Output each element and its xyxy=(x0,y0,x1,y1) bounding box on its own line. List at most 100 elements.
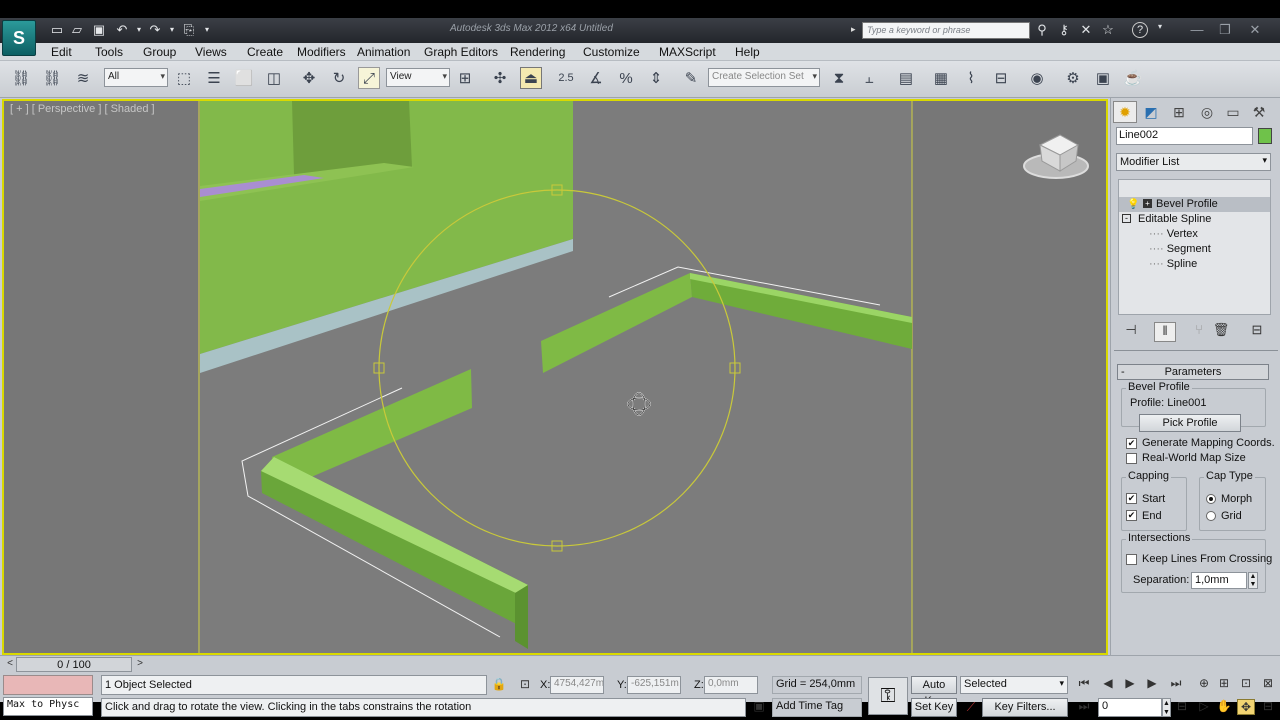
next-frame-icon[interactable]: ▶ xyxy=(1142,676,1162,690)
minimize-button[interactable]: — xyxy=(1184,20,1210,40)
render-production-icon[interactable]: ☕ xyxy=(1122,67,1144,89)
select-and-rotate-icon[interactable]: ↻ xyxy=(328,67,350,89)
current-frame-field[interactable]: 0 xyxy=(1098,698,1162,717)
go-to-start-icon[interactable]: ⏮ xyxy=(1074,676,1094,691)
pivot-center-icon[interactable]: ⊞ xyxy=(454,67,476,89)
schematic-view-icon[interactable]: ⊟ xyxy=(990,67,1012,89)
menu-rendering[interactable]: Rendering xyxy=(510,45,565,59)
zoom-icon[interactable]: ⊕ xyxy=(1195,676,1213,690)
key-mode-dropdown[interactable]: Selected ▾ xyxy=(960,676,1068,694)
frame-spinner[interactable]: ▲ ▼ xyxy=(1162,698,1171,717)
layer-manager-icon[interactable]: ▤ xyxy=(895,67,917,89)
pan-view-icon[interactable]: ✋ xyxy=(1215,699,1233,713)
graphite-ribbon-icon[interactable]: ▦ xyxy=(930,67,952,89)
create-tab-icon[interactable]: ✹ xyxy=(1113,101,1137,123)
select-by-name-icon[interactable]: ☰ xyxy=(203,67,225,89)
communication-center-icon[interactable]: ✕ xyxy=(1077,22,1095,38)
restore-button[interactable]: ❐ xyxy=(1212,20,1238,40)
help-dropdown-icon[interactable]: ▾ xyxy=(1151,22,1169,31)
maxscript-mini-listener[interactable]: Max to Physc xyxy=(3,697,93,716)
align-icon[interactable]: ⫠ xyxy=(858,67,880,89)
pin-stack-icon[interactable]: ⊣ xyxy=(1120,322,1142,342)
x-coordinate-field[interactable]: 4754,427m xyxy=(550,676,604,694)
utilities-tab-icon[interactable]: ⚒ xyxy=(1247,101,1271,123)
help-icon[interactable]: ? xyxy=(1132,22,1148,38)
search-input[interactable]: Type a keyword or phrase xyxy=(862,22,1030,39)
menu-create[interactable]: Create xyxy=(247,45,283,59)
object-color-swatch[interactable] xyxy=(1258,128,1272,144)
favorites-star-icon[interactable]: ☆ xyxy=(1099,22,1117,38)
maxscript-mini-listener-top[interactable] xyxy=(3,675,93,695)
save-file-icon[interactable]: ▣ xyxy=(90,22,108,38)
project-folder-icon[interactable]: ⎘ xyxy=(180,22,198,38)
subscription-icon[interactable]: ⚷ xyxy=(1055,22,1073,38)
stack-item-bevel-profile[interactable]: 💡 + Bevel Profile xyxy=(1119,197,1270,212)
default-in-out-tangents-icon[interactable]: ⟋ xyxy=(962,700,980,715)
keyboard-shortcut-override-icon[interactable]: ⏏ xyxy=(520,67,542,89)
curve-editor-icon[interactable]: ⌇ xyxy=(960,67,982,89)
menu-group[interactable]: Group xyxy=(143,45,176,59)
remove-modifier-icon[interactable]: 🗑 xyxy=(1210,322,1232,342)
percent-snap-icon[interactable]: % xyxy=(615,67,637,89)
zoom-extents-all-icon[interactable]: ⊠ xyxy=(1259,676,1277,690)
new-file-icon[interactable]: ▭ xyxy=(48,22,66,38)
search-expand-icon[interactable]: ▸ xyxy=(851,24,856,35)
auto-key-button[interactable]: Auto Key xyxy=(911,676,957,707)
redo-dropdown-icon[interactable]: ▾ xyxy=(163,22,181,38)
modifier-list-dropdown[interactable]: Modifier List ▾ xyxy=(1116,153,1271,171)
menu-tools[interactable]: Tools xyxy=(95,45,123,59)
maximize-viewport-icon[interactable]: ⊟ xyxy=(1259,699,1277,713)
pick-profile-button[interactable]: Pick Profile xyxy=(1139,414,1241,432)
menu-customize[interactable]: Customize xyxy=(583,45,640,59)
menu-graph-editors[interactable]: Graph Editors xyxy=(424,45,498,59)
stack-item-segment[interactable]: ···· Segment xyxy=(1119,242,1270,257)
absolute-mode-icon[interactable]: ⊡ xyxy=(517,677,533,691)
stack-item-spline[interactable]: ···· Spline xyxy=(1119,257,1270,272)
angle-snap-icon[interactable]: ∡ xyxy=(585,67,607,89)
select-and-manipulate-icon[interactable]: ✣ xyxy=(489,67,511,89)
time-slider[interactable]: 0 / 100 xyxy=(16,657,132,672)
selection-filter-dropdown[interactable]: All xyxy=(104,68,168,87)
collapse-icon[interactable]: - xyxy=(1122,214,1131,223)
select-and-move-icon[interactable]: ✥ xyxy=(298,67,320,89)
expand-icon[interactable]: + xyxy=(1143,199,1152,208)
edit-named-selection-icon[interactable]: ✎ xyxy=(680,67,702,89)
key-mode-toggle-icon[interactable]: ⏭ xyxy=(1074,699,1094,714)
snaps-toggle-icon[interactable]: 2.5 xyxy=(555,67,577,89)
modify-tab-icon[interactable]: ◩ xyxy=(1139,101,1163,123)
window-crossing-icon[interactable]: ◫ xyxy=(263,67,285,89)
previous-frame-icon[interactable]: ◀ xyxy=(1098,676,1118,690)
set-key-button[interactable]: Set Key xyxy=(911,698,957,717)
open-file-icon[interactable]: ▱ xyxy=(68,22,86,38)
menu-animation[interactable]: Animation xyxy=(357,45,410,59)
lightbulb-icon[interactable]: 💡 xyxy=(1127,197,1139,212)
menu-edit[interactable]: Edit xyxy=(51,45,72,59)
keep-lines-checkbox[interactable] xyxy=(1126,554,1137,565)
close-button[interactable]: ✕ xyxy=(1242,20,1268,40)
cap-start-checkbox[interactable]: ✔ xyxy=(1126,493,1137,504)
reference-coordinate-dropdown[interactable]: View xyxy=(386,68,450,87)
redo-icon[interactable]: ↷ xyxy=(146,22,164,38)
app-menu-button[interactable]: S xyxy=(2,20,36,56)
menu-help[interactable]: Help xyxy=(735,45,760,59)
real-world-checkbox[interactable] xyxy=(1126,453,1137,464)
show-end-result-icon[interactable]: ‖ xyxy=(1154,322,1176,342)
material-editor-icon[interactable]: ◉ xyxy=(1026,67,1048,89)
mirror-icon[interactable]: ⧗ xyxy=(828,67,850,89)
cap-end-checkbox[interactable]: ✔ xyxy=(1126,510,1137,521)
make-unique-icon[interactable]: ⑂ xyxy=(1188,322,1210,342)
parameters-rollout-header[interactable]: - Parameters xyxy=(1117,364,1269,380)
perspective-viewport[interactable]: [ + ] [ Perspective ] [ Shaded ] xyxy=(2,99,1108,655)
go-to-end-icon[interactable]: ⏭ xyxy=(1166,676,1186,691)
orbit-icon[interactable]: ✥ xyxy=(1237,699,1255,715)
play-icon[interactable]: ▶ xyxy=(1120,676,1140,690)
named-selection-dropdown[interactable]: Create Selection Set xyxy=(708,68,820,87)
configure-modifier-sets-icon[interactable]: ⊟ xyxy=(1246,322,1268,342)
add-time-tag[interactable]: Add Time Tag xyxy=(772,698,862,717)
display-tab-icon[interactable]: ▭ xyxy=(1221,101,1245,123)
time-configuration-icon[interactable]: ⊟ xyxy=(1174,699,1190,713)
bind-space-warp-icon[interactable]: ≋ xyxy=(72,67,94,89)
cap-grid-radio[interactable] xyxy=(1206,511,1216,521)
menu-views[interactable]: Views xyxy=(195,45,227,59)
separation-field[interactable]: 1,0mm xyxy=(1191,572,1247,589)
